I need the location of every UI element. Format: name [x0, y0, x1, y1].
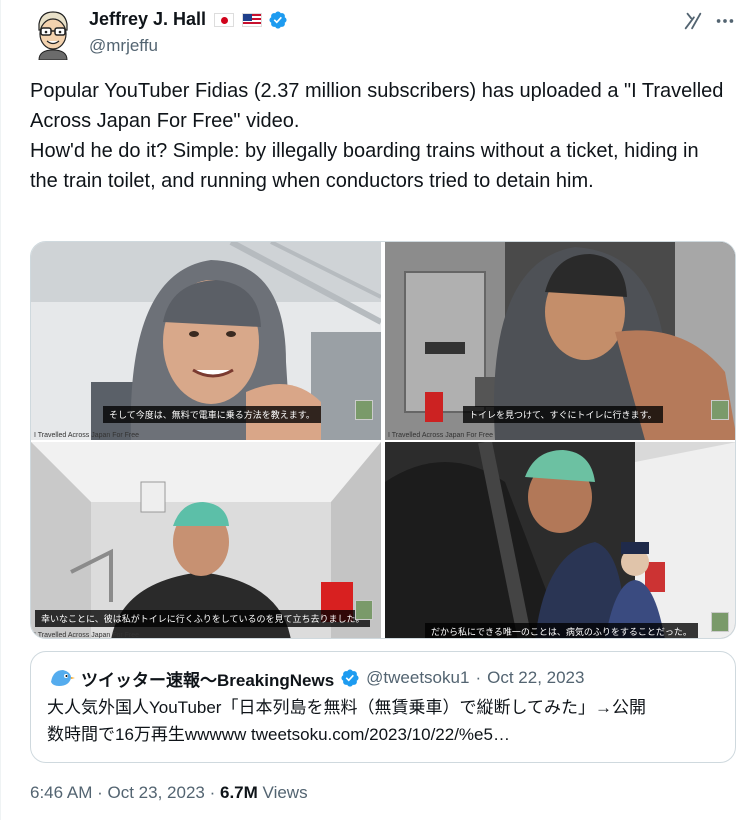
us-flag-icon	[242, 12, 263, 27]
separator-dot: ·	[97, 783, 103, 802]
channel-thumbnail	[711, 612, 729, 632]
media-image-4[interactable]: だから私にできる唯一のことは、病気のふりをすることだった。	[385, 442, 735, 638]
image-subtitle: 幸いなことに、彼は私がトイレに行くふりをしているのを見て立ち去りました。	[35, 610, 371, 627]
channel-thumbnail	[355, 400, 373, 420]
separator-dot: ·	[475, 668, 482, 687]
quoted-tweet-text: 大人気外国人YouTuber「日本列島を無料（無賃乗車）で縦断してみた」→公開 …	[47, 694, 723, 748]
views-count: 6.7M	[220, 783, 258, 802]
grok-icon[interactable]	[682, 10, 704, 32]
author-name-row: Jeffrey J. Hall	[89, 9, 288, 30]
quoted-tweet[interactable]: ツイッター速報〜BreakingNews @tweetsoku1 · Oct 2…	[30, 651, 736, 763]
separator-dot: ·	[209, 783, 216, 802]
image-caption: I Travelled Across Japan For Free	[34, 432, 140, 439]
channel-thumbnail	[355, 600, 373, 620]
quoted-date: Oct 22, 2023	[487, 668, 585, 687]
quoted-text-line: 大人気外国人YouTuber「日本列島を無料（無賃乗車）で縦断してみた」→公開	[47, 698, 646, 717]
verified-badge-icon	[341, 669, 359, 687]
japan-flag-icon	[214, 12, 235, 27]
tweet-date: Oct 23, 2023	[107, 783, 205, 802]
image-subtitle: そして今度は、無料で電車に乗る方法を教えます。	[103, 406, 321, 423]
quoted-author-name: ツイッター速報〜BreakingNews	[81, 670, 335, 690]
author-display-name[interactable]: Jeffrey J. Hall	[89, 9, 206, 30]
author-avatar[interactable]	[31, 8, 75, 60]
image-caption: I Travelled Across Japan For Free	[388, 432, 494, 439]
verified-badge-icon[interactable]	[268, 10, 288, 30]
channel-thumbnail	[711, 400, 729, 420]
quoted-author-avatar[interactable]	[47, 664, 75, 692]
image-caption: I Travelled Across Japan For Free	[34, 632, 140, 639]
tweet-card: Jeffrey J. Hall @mrjeffu Popular YouTube…	[0, 0, 750, 820]
tweet-meta: 6:46 AM · Oct 23, 2023 · 6.7M Views	[30, 783, 308, 803]
author-handle[interactable]: @mrjeffu	[89, 36, 158, 56]
media-image-1[interactable]: そして今度は、無料で電車に乗る方法を教えます。 I Travelled Acro…	[31, 242, 381, 440]
image-subtitle: トイレを見つけて、すぐにトイレに行きます。	[463, 406, 663, 423]
views-label: Views	[262, 783, 308, 802]
tweet-text-line: How'd he do it? Simple: by illegally boa…	[30, 140, 699, 192]
image-subtitle: だから私にできる唯一のことは、病気のふりをすることだった。	[425, 623, 698, 638]
tweet-timestamp-link[interactable]: 6:46 AM · Oct 23, 2023	[30, 783, 205, 802]
quoted-tweet-header: ツイッター速報〜BreakingNews @tweetsoku1 · Oct 2…	[47, 664, 584, 692]
tweet-text-line: Popular YouTuber Fidias (2.37 million su…	[30, 80, 724, 132]
media-image-2[interactable]: トイレを見つけて、すぐにトイレに行きます。 I Travelled Across…	[385, 242, 735, 440]
tweet-time: 6:46 AM	[30, 783, 93, 802]
more-options-icon[interactable]	[714, 10, 736, 32]
tweet-text: Popular YouTuber Fidias (2.37 million su…	[30, 76, 730, 196]
media-grid: そして今度は、無料で電車に乗る方法を教えます。 I Travelled Acro…	[30, 241, 736, 639]
media-image-3[interactable]: 幸いなことに、彼は私がトイレに行くふりをしているのを見て立ち去りました。 I T…	[31, 442, 381, 639]
quoted-author-handle: @tweetsoku1	[366, 668, 470, 687]
quoted-text-line: 数時間で16万再生wwwww tweetsoku.com/2023/10/22/…	[47, 725, 510, 744]
